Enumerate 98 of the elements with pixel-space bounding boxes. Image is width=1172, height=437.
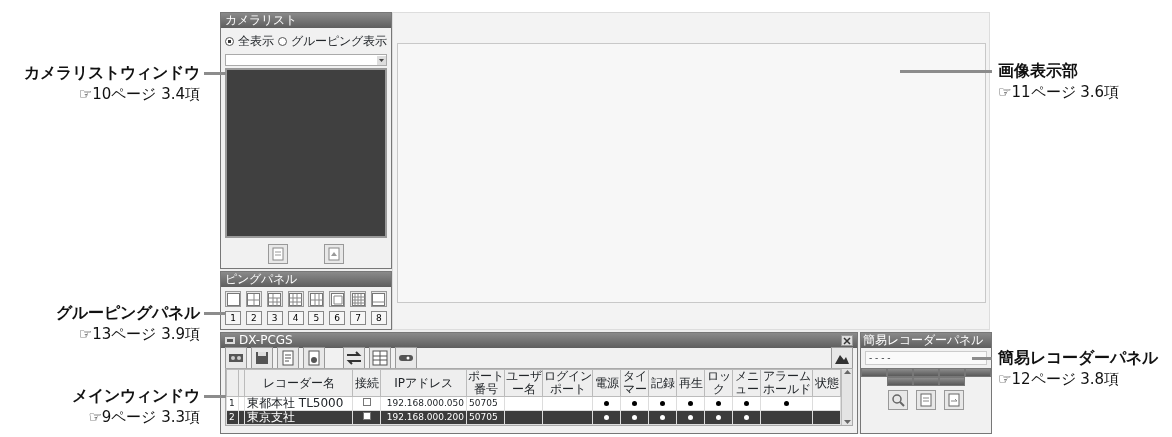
column-header[interactable]: IPアドレス: [380, 369, 467, 397]
close-icon: [843, 336, 851, 345]
leader-line: [204, 72, 226, 75]
column-header[interactable]: ユーザー名: [504, 369, 543, 397]
column-header[interactable]: ロック: [704, 369, 733, 397]
document-icon: [327, 247, 341, 261]
table-row[interactable]: 2 東京支社 192.168.000.200 50705: [226, 410, 841, 425]
column-header[interactable]: 再生: [676, 369, 705, 397]
document-icon: [947, 393, 961, 407]
down-arrow-icon: [843, 420, 851, 425]
column-header[interactable]: 記録: [648, 369, 677, 397]
table-cell: 東都本社 TL5000: [244, 396, 353, 411]
search-icon: [891, 393, 905, 407]
radio-button[interactable]: [225, 36, 234, 46]
page-reference: ☞10ページ 3.4項: [77, 84, 200, 104]
column-header[interactable]: 電源: [592, 369, 621, 397]
leader-line: [204, 312, 226, 315]
layout-button[interactable]: [329, 291, 346, 307]
table-row[interactable]: 1 東都本社 TL5000 192.168.000.050 50705: [226, 396, 841, 411]
toolbar-button[interactable]: [303, 347, 325, 369]
up-arrow-icon: [843, 369, 851, 374]
app-icon: [225, 336, 235, 345]
window-title: 簡易レコーダーパネル: [861, 333, 991, 348]
layout-icon: [330, 292, 344, 306]
layout-button[interactable]: [370, 291, 387, 307]
callout-title: メインウィンドウ: [72, 385, 200, 407]
radio-button[interactable]: [278, 36, 287, 46]
layout-icon: [372, 292, 386, 306]
table-cell: 1: [226, 396, 239, 411]
swap-icon: [346, 350, 362, 366]
dropdown[interactable]: [225, 54, 387, 66]
floppy-icon: [254, 350, 270, 366]
document-icon: [271, 247, 285, 261]
number-button[interactable]: 4: [287, 311, 304, 325]
icon-button[interactable]: [268, 244, 288, 264]
layout-button[interactable]: [245, 291, 262, 307]
column-header[interactable]: ポート番号: [466, 369, 505, 397]
layout-button[interactable]: [266, 291, 283, 307]
callout-title: カメラリストウィンドウ: [24, 62, 200, 84]
number-button[interactable]: 3: [266, 311, 283, 325]
column-header[interactable]: ログインポート: [542, 369, 593, 397]
number-button[interactable]: 5: [308, 311, 325, 325]
checkbox[interactable]: [362, 412, 371, 420]
page-reference: ☞11ページ 3.6項: [998, 82, 1120, 102]
document-icon: [306, 350, 322, 366]
leader-line: [972, 357, 992, 360]
document-icon: [280, 350, 296, 366]
radio-label: 全表示: [238, 33, 274, 50]
number-button[interactable]: 6: [329, 311, 346, 325]
document-icon: [919, 393, 933, 407]
number-button[interactable]: 2: [245, 311, 262, 325]
toolbar-button[interactable]: [395, 347, 417, 369]
table-cell: 50705: [466, 396, 505, 411]
number-button[interactable]: 1: [225, 311, 241, 325]
table-cell: 192.168.000.050: [380, 396, 467, 411]
page-reference: ☞13ページ 3.9項: [77, 324, 200, 344]
callout-title: 簡易レコーダーパネル: [998, 347, 1158, 369]
checkbox[interactable]: [362, 398, 371, 406]
input-field[interactable]: - - - -: [865, 351, 987, 365]
close-button[interactable]: [841, 335, 853, 346]
icon-button[interactable]: [944, 390, 964, 410]
toolbar-button[interactable]: [251, 347, 273, 369]
callout-title: 画像表示部: [998, 60, 1079, 82]
layout-button[interactable]: [308, 291, 325, 307]
icon-button[interactable]: [324, 244, 344, 264]
icon-button[interactable]: [888, 390, 908, 410]
grid-icon: [372, 350, 388, 366]
layout-icon: [309, 292, 323, 306]
column-header[interactable]: 状態: [812, 369, 841, 397]
leader-line: [204, 395, 226, 398]
toolbar-button[interactable]: [343, 347, 365, 369]
column-header[interactable]: タイマー: [620, 369, 649, 397]
layout-icon: [268, 292, 282, 306]
layout-icon: [289, 292, 303, 306]
page-reference: ☞12ページ 3.8項: [998, 369, 1121, 389]
layout-button[interactable]: [350, 291, 367, 307]
column-header[interactable]: 接続: [352, 369, 381, 397]
layout-icon: [226, 292, 240, 306]
layout-icon: [247, 292, 261, 306]
layout-button[interactable]: [225, 291, 241, 307]
scrollbar[interactable]: [841, 369, 852, 425]
number-button[interactable]: 8: [370, 311, 387, 325]
radio-label: グルーピング表示: [291, 33, 387, 50]
icon-button[interactable]: [916, 390, 936, 410]
layout-icon: [351, 292, 365, 306]
column-header[interactable]: アラームホールド: [760, 369, 813, 397]
callout-title: グルーピングパネル: [56, 302, 200, 324]
window-title: ピングパネル: [221, 272, 391, 287]
window-title: DX-PCGS: [239, 333, 294, 348]
toolbar-button[interactable]: [831, 347, 853, 369]
window-title: カメラリスト: [221, 13, 391, 28]
layout-button[interactable]: [287, 291, 304, 307]
caret-icon: [377, 55, 386, 65]
column-header[interactable]: レコーダー名: [244, 369, 353, 397]
toolbar-button[interactable]: [225, 347, 247, 369]
number-button[interactable]: 7: [350, 311, 367, 325]
page-reference: ☞9ページ 3.3項: [87, 407, 200, 427]
column-header[interactable]: メニュー: [732, 369, 761, 397]
